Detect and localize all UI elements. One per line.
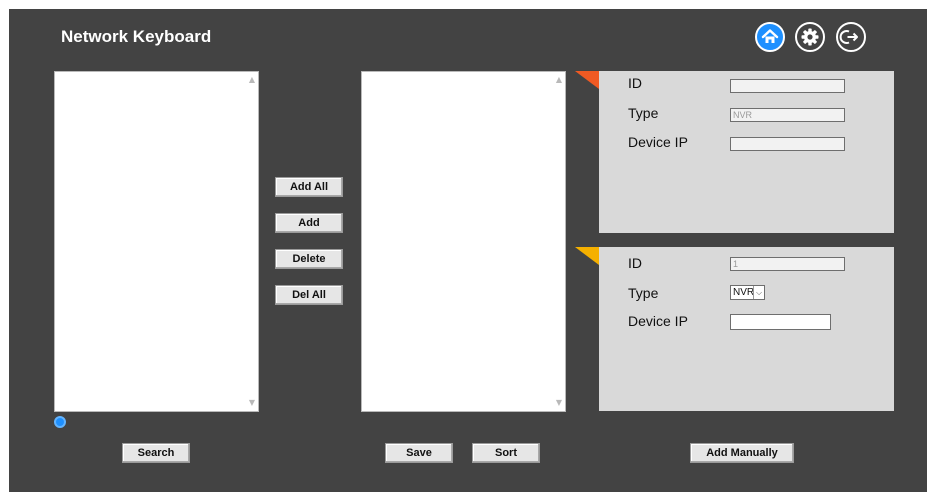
scroll-down-icon[interactable]: ▼ — [553, 397, 565, 409]
scroll-up-icon[interactable]: ▲ — [246, 74, 258, 86]
device-info-panel — [599, 71, 894, 233]
sort-button[interactable]: Sort — [472, 443, 540, 463]
device-type-field[interactable] — [730, 108, 845, 122]
add-button[interactable]: Add — [275, 213, 343, 233]
search-results-list[interactable]: ▲ ▼ — [54, 71, 259, 412]
type-label: Type — [628, 105, 659, 121]
add-all-button[interactable]: Add All — [275, 177, 343, 197]
add-manually-button[interactable]: Add Manually — [690, 443, 794, 463]
device-ip-label: Device IP — [628, 313, 688, 329]
panel-corner-marker — [575, 71, 599, 89]
save-button[interactable]: Save — [385, 443, 453, 463]
device-ip-label: Device IP — [628, 134, 688, 150]
scroll-up-icon[interactable]: ▲ — [553, 74, 565, 86]
scrollbar[interactable]: ▲ ▼ — [553, 72, 565, 411]
settings-button[interactable] — [795, 22, 825, 52]
id-label: ID — [628, 75, 642, 91]
chevron-down-icon: ⌵ — [753, 286, 764, 299]
scrollbar[interactable]: ▲ ▼ — [246, 72, 258, 411]
type-select-value: NVR — [733, 287, 755, 298]
manual-type-select[interactable]: NVR ⌵ — [730, 285, 765, 300]
id-label: ID — [628, 255, 642, 271]
status-indicator-icon — [54, 416, 66, 428]
device-id-field[interactable] — [730, 79, 845, 93]
scroll-down-icon[interactable]: ▼ — [246, 397, 258, 409]
search-button[interactable]: Search — [122, 443, 190, 463]
home-button[interactable] — [755, 22, 785, 52]
del-all-button[interactable]: Del All — [275, 285, 343, 305]
gear-icon — [801, 28, 819, 46]
logout-button[interactable] — [836, 22, 866, 52]
panel-corner-marker — [575, 247, 599, 265]
home-icon — [761, 29, 779, 43]
logout-icon — [839, 30, 858, 44]
manual-ip-input[interactable] — [730, 314, 831, 330]
delete-button[interactable]: Delete — [275, 249, 343, 269]
device-ip-field[interactable] — [730, 137, 845, 151]
network-keyboard-window: Network Keyboard ▲ ▼ Add All Add Delete … — [9, 9, 927, 492]
added-devices-list[interactable]: ▲ ▼ — [361, 71, 566, 412]
manual-id-field[interactable] — [730, 257, 845, 271]
page-title: Network Keyboard — [61, 27, 212, 46]
type-label: Type — [628, 285, 659, 301]
